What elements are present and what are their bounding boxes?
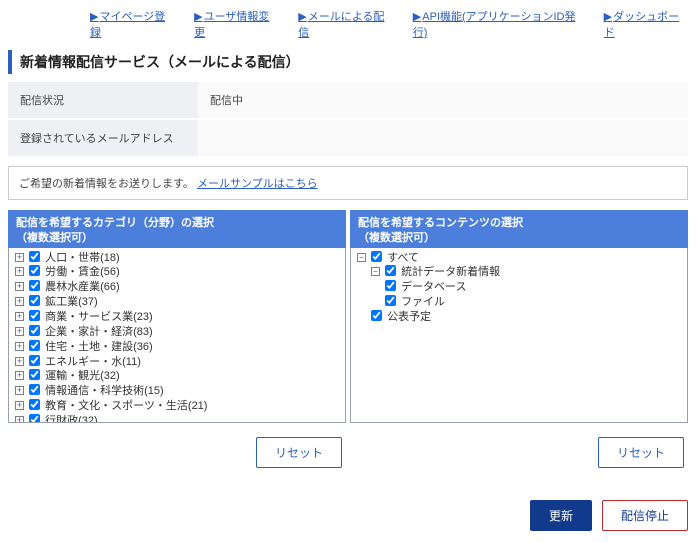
expand-icon[interactable]: + (15, 416, 24, 423)
category-label: 鉱工業(37) (45, 296, 98, 308)
category-checkbox[interactable] (29, 295, 40, 306)
notice-text: ご希望の新着情報をお送りします。 (19, 178, 194, 190)
category-panel-header: 配信を希望するカテゴリ（分野）の選択 （複数選択可） (8, 210, 346, 248)
category-checkbox[interactable] (29, 369, 40, 380)
category-item: + 情報通信・科学技術(15) (15, 384, 341, 399)
extra-checkbox[interactable] (371, 310, 382, 321)
category-checkbox[interactable] (29, 251, 40, 262)
expand-icon[interactable]: + (15, 401, 24, 410)
page-title-wrap: 新着情報配信サービス（メールによる配信） (8, 50, 688, 74)
page-title: 新着情報配信サービス（メールによる配信） (20, 52, 688, 72)
content-child-item: データベース (385, 280, 683, 295)
category-checkbox[interactable] (29, 325, 40, 336)
category-tree[interactable]: + 人口・世帯(18)+ 労働・賃金(56)+ 農林水産業(66)+ 鉱工業(3… (8, 248, 346, 423)
category-checkbox[interactable] (29, 310, 40, 321)
category-checkbox[interactable] (29, 265, 40, 276)
content-tree[interactable]: すべて 統計データ新着情報 データベース ファイル 公表予定 (350, 248, 688, 423)
category-item: + 教育・文化・スポーツ・生活(21) (15, 399, 341, 414)
category-checkbox[interactable] (29, 399, 40, 410)
category-item: + 労働・賃金(56) (15, 265, 341, 280)
nav-mypage[interactable]: ▶マイページ登録 (90, 8, 172, 40)
expand-icon[interactable]: + (15, 371, 24, 380)
reset-category-button[interactable]: リセット (256, 437, 342, 468)
category-label: 商業・サービス業(23) (45, 311, 153, 323)
expand-icon[interactable]: + (15, 267, 24, 276)
content-child-label: データベース (401, 281, 466, 293)
category-item: + 商業・サービス業(23) (15, 310, 341, 325)
category-label: 教育・文化・スポーツ・生活(21) (45, 400, 207, 412)
expand-icon[interactable]: + (15, 342, 24, 351)
nav-userinfo[interactable]: ▶ユーザ情報変更 (194, 8, 276, 40)
email-label: 登録されているメールアドレス (8, 119, 198, 156)
expand-icon[interactable]: + (15, 386, 24, 395)
status-label: 配信状況 (8, 82, 198, 119)
nav-dashboard[interactable]: ▶ダッシュボード (604, 8, 686, 40)
category-item: + 農林水産業(66) (15, 280, 341, 295)
expand-icon[interactable]: + (15, 357, 24, 366)
top-nav: ▶マイページ登録 ▶ユーザ情報変更 ▶メールによる配信 ▶API機能(アプリケー… (0, 0, 696, 46)
category-label: 農林水産業(66) (45, 281, 120, 293)
category-checkbox[interactable] (29, 355, 40, 366)
category-label: 行財政(32) (45, 415, 98, 423)
category-label: 住宅・土地・建設(36) (45, 341, 153, 353)
group-label: 統計データ新着情報 (401, 266, 500, 278)
category-item: + 人口・世帯(18) (15, 251, 341, 266)
category-item: + エネルギー・水(11) (15, 355, 341, 370)
category-panel: 配信を希望するカテゴリ（分野）の選択 （複数選択可） + 人口・世帯(18)+ … (8, 210, 346, 423)
extra-label: 公表予定 (387, 311, 431, 323)
content-child-checkbox[interactable] (385, 280, 396, 291)
category-item: + 運輸・観光(32) (15, 369, 341, 384)
expand-icon[interactable]: + (15, 312, 24, 321)
nav-mail[interactable]: ▶メールによる配信 (298, 8, 391, 40)
all-checkbox[interactable] (371, 251, 382, 262)
category-label: 企業・家計・経済(83) (45, 326, 153, 338)
reset-content-button[interactable]: リセット (598, 437, 684, 468)
content-child-label: ファイル (401, 296, 445, 308)
expand-icon[interactable] (371, 267, 380, 276)
category-label: 労働・賃金(56) (45, 266, 120, 278)
group-checkbox[interactable] (385, 265, 396, 276)
nav-api[interactable]: ▶API機能(アプリケーションID発行) (413, 8, 582, 40)
category-label: 運輸・観光(32) (45, 370, 120, 382)
category-checkbox[interactable] (29, 414, 40, 423)
content-panel-header: 配信を希望するコンテンツの選択 （複数選択可） (350, 210, 688, 248)
category-checkbox[interactable] (29, 384, 40, 395)
category-item: + 鉱工業(37) (15, 295, 341, 310)
mail-sample-link[interactable]: メールサンプルはこちら (197, 178, 318, 190)
category-item: + 住宅・土地・建設(36) (15, 340, 341, 355)
category-label: 情報通信・科学技術(15) (45, 385, 164, 397)
content-panel: 配信を希望するコンテンツの選択 （複数選択可） すべて 統計データ新着情報 デー… (350, 210, 688, 423)
expand-icon[interactable] (357, 253, 366, 262)
category-checkbox[interactable] (29, 340, 40, 351)
notice-box: ご希望の新着情報をお送りします。 メールサンプルはこちら (8, 166, 688, 200)
expand-icon[interactable]: + (15, 297, 24, 306)
expand-icon[interactable]: + (15, 253, 24, 262)
expand-icon[interactable]: + (15, 327, 24, 336)
content-child-item: ファイル (385, 295, 683, 310)
info-table: 配信状況 配信中 登録されているメールアドレス (8, 82, 688, 156)
category-label: 人口・世帯(18) (45, 252, 120, 264)
stop-delivery-button[interactable]: 配信停止 (602, 500, 688, 531)
category-label: エネルギー・水(11) (45, 356, 141, 368)
category-checkbox[interactable] (29, 280, 40, 291)
category-item: + 企業・家計・経済(83) (15, 325, 341, 340)
email-value (198, 119, 688, 156)
content-child-checkbox[interactable] (385, 295, 396, 306)
all-label: すべて (387, 252, 419, 264)
update-button[interactable]: 更新 (530, 500, 592, 531)
status-value: 配信中 (198, 82, 688, 119)
expand-icon[interactable]: + (15, 282, 24, 291)
category-item: + 行財政(32) (15, 414, 341, 423)
